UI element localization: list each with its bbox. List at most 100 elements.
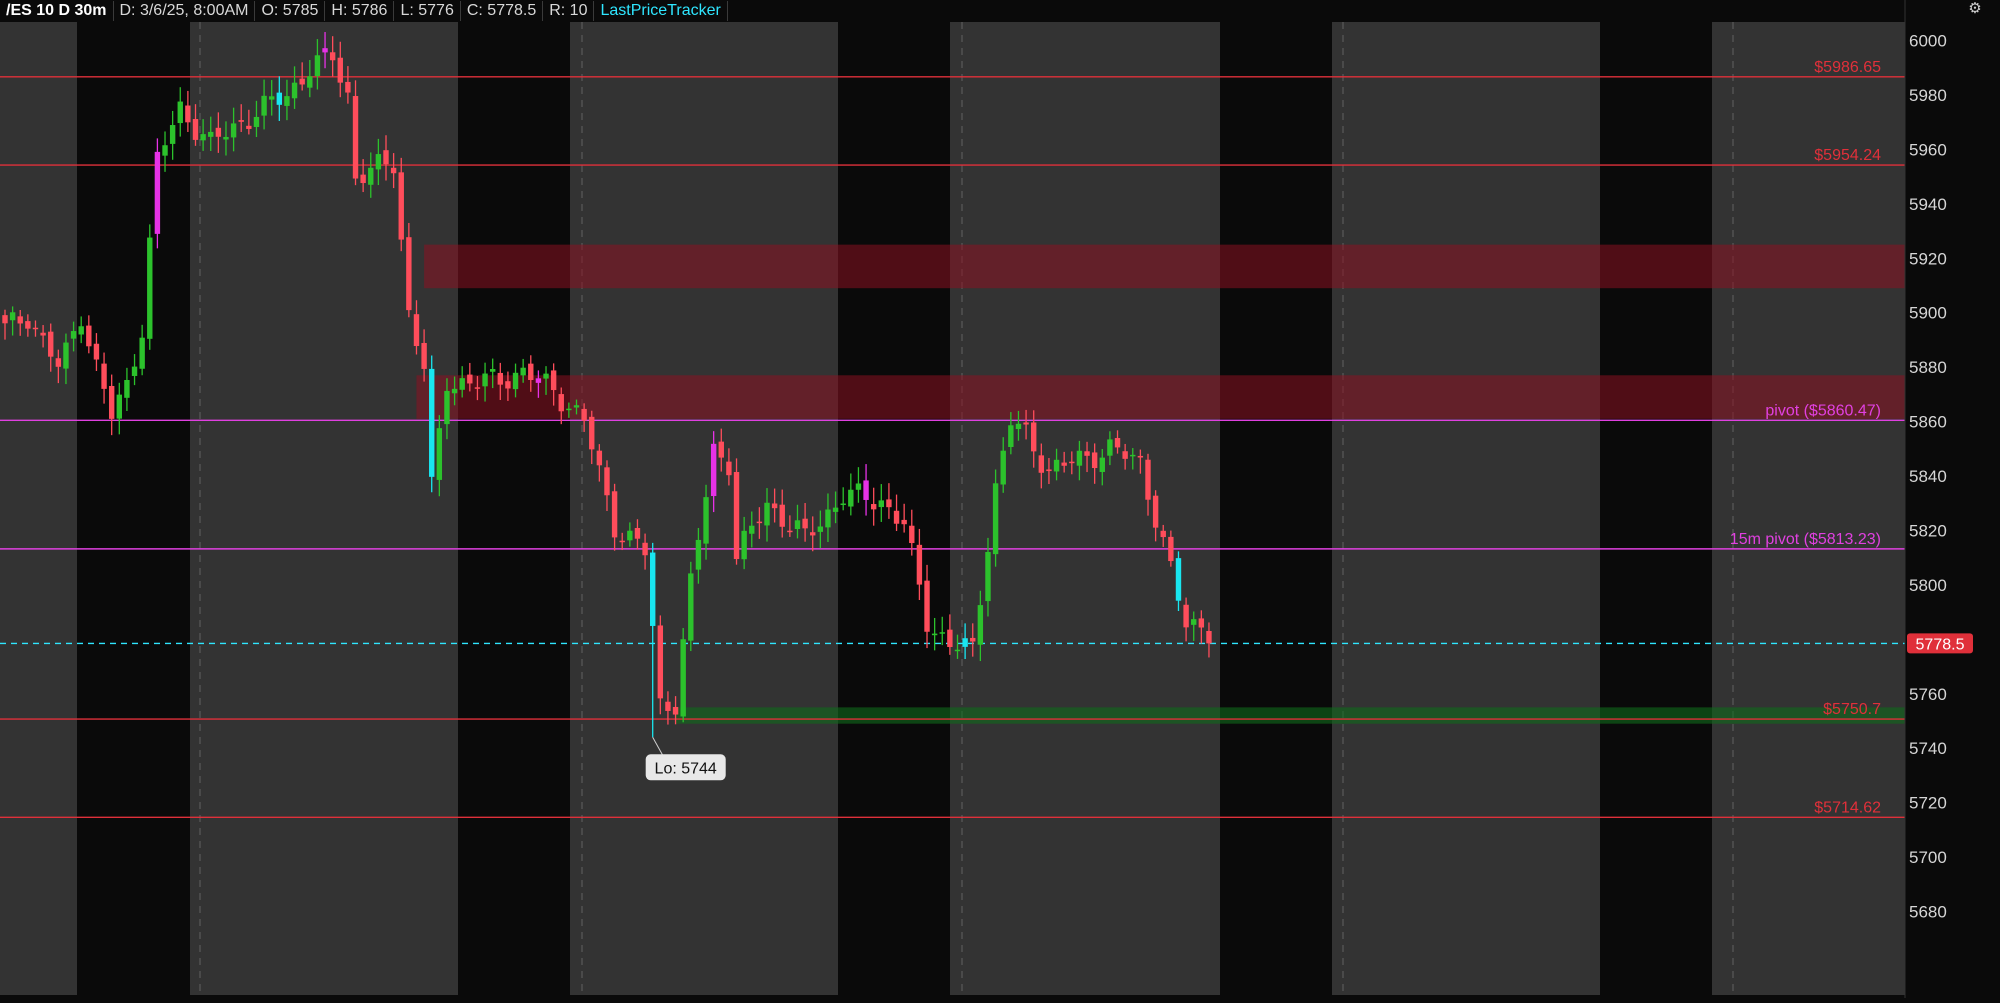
candle-body	[63, 342, 69, 369]
candle-body	[954, 649, 961, 652]
candle-body	[505, 381, 511, 389]
candle-body	[162, 145, 168, 156]
candle-body	[1137, 455, 1144, 458]
price-tick-label: 5980	[1909, 86, 1947, 105]
level-label: $5714.62	[1814, 799, 1881, 816]
candle-body	[406, 237, 412, 311]
candle-body	[1198, 618, 1205, 628]
level-label: $5954.24	[1814, 147, 1881, 164]
level-label: pivot ($5860.47)	[1765, 402, 1881, 419]
candle-body	[825, 509, 831, 528]
session-band	[1220, 22, 1332, 995]
candle-body	[764, 502, 770, 526]
candle-body	[337, 57, 343, 83]
candle-body	[916, 544, 923, 585]
candle-body	[794, 520, 801, 530]
candle-body	[1023, 422, 1029, 425]
candle-body	[1038, 455, 1045, 473]
candle-body	[368, 167, 374, 185]
candle-body	[1076, 450, 1083, 466]
candle-body	[459, 378, 465, 390]
candle-body	[680, 639, 686, 717]
price-tick-label: 5720	[1909, 794, 1947, 813]
candle-body	[1031, 422, 1037, 452]
candle-body	[878, 500, 884, 508]
candle-body	[650, 552, 656, 626]
candle-body	[589, 416, 595, 450]
chart-settings-icon[interactable]: ⚙	[1964, 0, 1986, 20]
candle-body	[429, 368, 435, 477]
candle-body	[322, 48, 328, 53]
candle-body	[131, 366, 138, 376]
symbol-label[interactable]: /ES 10 D 30m	[0, 1, 114, 21]
level-label: $5986.65	[1814, 59, 1881, 76]
bar-date: D: 3/6/25, 8:00AM	[114, 1, 256, 21]
candle-body	[886, 499, 892, 508]
candle-body	[817, 526, 824, 532]
candle-body	[756, 521, 763, 524]
candle-body	[550, 370, 557, 391]
study-label[interactable]: LastPriceTracker	[594, 1, 728, 21]
candle-body	[1152, 495, 1159, 528]
candle-body	[566, 408, 572, 411]
candle-body	[832, 507, 839, 512]
bar-low: L: 5776	[394, 1, 461, 21]
bar-close: C: 5778.5	[461, 1, 544, 21]
candle-body	[436, 428, 443, 480]
candle-body	[840, 503, 846, 506]
candle-body	[848, 489, 854, 507]
candle-body	[2, 315, 8, 324]
price-chart-svg[interactable]: $5986.65 $5954.24 pivot ($5860.47) 15m pivo…	[0, 0, 2000, 998]
candle-body	[48, 331, 54, 357]
session-band	[1712, 22, 1905, 995]
candle-body	[17, 316, 23, 324]
candle-body	[489, 369, 496, 372]
level-label: 15m pivot ($5813.23)	[1730, 531, 1881, 548]
candle-body	[802, 518, 808, 529]
candle-body	[520, 367, 526, 376]
candle-body	[611, 491, 618, 538]
chart[interactable]: $5986.65 $5954.24 pivot ($5860.47) 15m pivo…	[0, 0, 2000, 998]
candle-body	[688, 573, 694, 641]
candle-body	[1053, 459, 1060, 472]
level-label: $5750.7	[1823, 701, 1881, 718]
candle-body	[695, 539, 702, 570]
candle-body	[1130, 454, 1136, 457]
price-tick-label: 5960	[1909, 140, 1947, 159]
candle-body	[1191, 619, 1197, 625]
candle-body	[116, 394, 122, 419]
candle-body	[779, 504, 785, 527]
bar-range: R: 10	[543, 1, 595, 21]
candle-body	[870, 504, 877, 510]
candle-body	[383, 150, 389, 165]
candle-body	[398, 172, 404, 240]
candle-body	[1175, 558, 1182, 601]
candle-body	[992, 483, 999, 555]
candle-body	[474, 387, 481, 389]
candle-body	[1145, 459, 1151, 500]
candle-body	[1107, 439, 1113, 456]
candle-body	[718, 441, 724, 458]
candle-body	[733, 472, 740, 560]
candle-body	[741, 530, 747, 560]
candle-body	[535, 378, 542, 383]
demand-zone	[675, 707, 1905, 724]
candle-body	[253, 116, 260, 127]
candle-body	[291, 82, 298, 99]
candle-body	[307, 76, 313, 88]
candle-body	[192, 118, 199, 140]
candle-body	[421, 342, 427, 369]
candle-body	[931, 633, 938, 636]
candle-body	[909, 525, 915, 544]
candle-body	[634, 527, 641, 539]
candle-body	[497, 372, 503, 385]
session-band	[1600, 22, 1712, 995]
candle-body	[78, 326, 84, 335]
candle-body	[627, 530, 633, 541]
candle-body	[810, 532, 816, 536]
candle-body	[451, 388, 458, 394]
candle-body	[528, 363, 534, 381]
supply-zone	[416, 375, 1906, 419]
session-band	[950, 22, 1220, 995]
candle-body	[1061, 462, 1067, 466]
